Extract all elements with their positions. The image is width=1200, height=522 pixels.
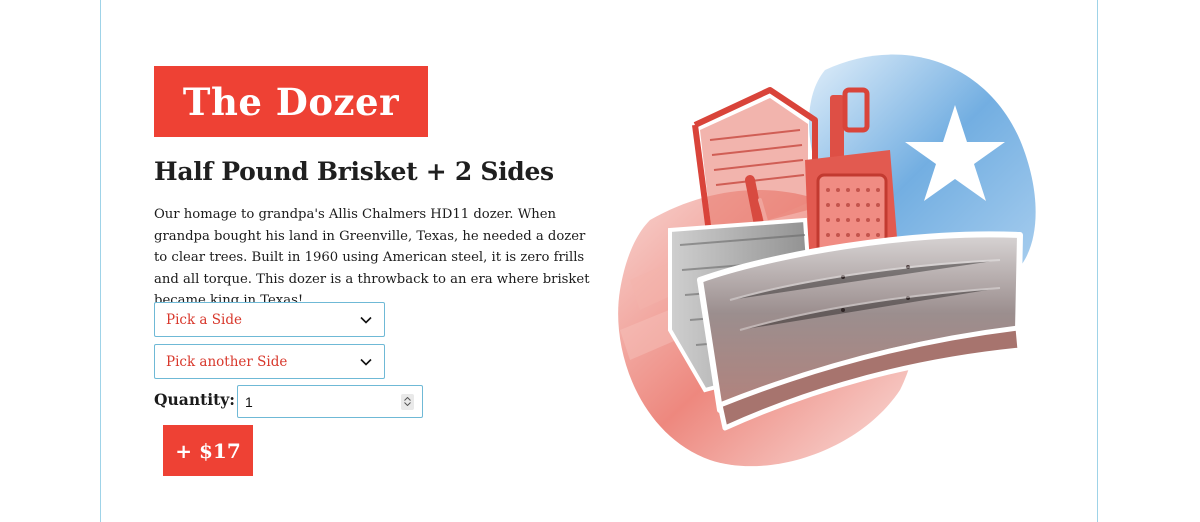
stepper-down-icon[interactable]	[404, 402, 411, 406]
side-select-2[interactable]: Pick another Side	[154, 344, 385, 379]
quantity-stepper[interactable]	[401, 393, 414, 410]
bulldozer-illustration	[618, 54, 1036, 467]
chevron-down-icon	[360, 314, 372, 326]
side-select-1-value: Pick a Side	[166, 311, 242, 328]
product-title-badge: The Dozer	[154, 66, 428, 137]
product-subtitle: Half Pound Brisket + 2 Sides	[154, 157, 554, 186]
product-title: The Dozer	[182, 79, 400, 124]
stepper-up-icon[interactable]	[404, 397, 411, 401]
add-to-cart-button[interactable]: + $17	[163, 425, 253, 476]
quantity-label: Quantity:	[154, 390, 236, 409]
side-select-2-value: Pick another Side	[166, 353, 288, 370]
chevron-down-icon	[360, 356, 372, 368]
quantity-input[interactable]: 1	[237, 385, 423, 418]
product-description: Our homage to grandpa's Allis Chalmers H…	[154, 207, 590, 308]
side-select-1[interactable]: Pick a Side	[154, 302, 385, 337]
quantity-value: 1	[245, 393, 253, 410]
